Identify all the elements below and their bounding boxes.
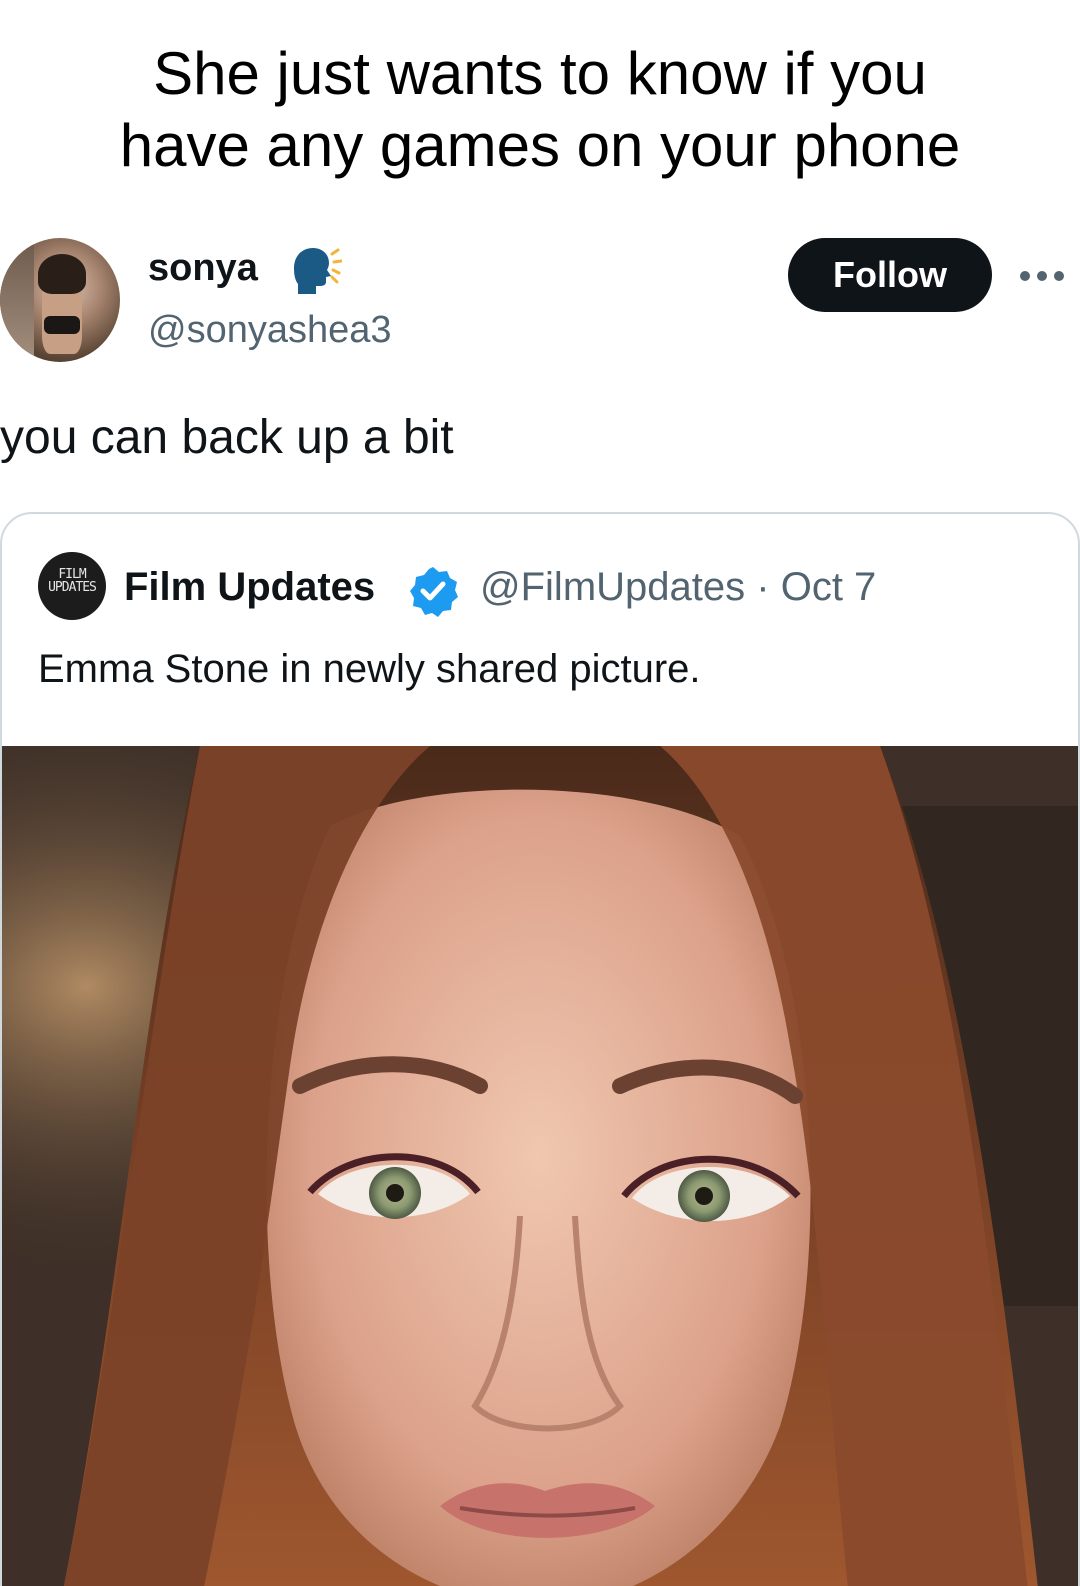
tweet-text: you can back up a bit xyxy=(0,411,454,464)
quote-avatar-logo-text: FILM UPDATES xyxy=(48,567,97,595)
caption-line-2: have any games on your phone xyxy=(119,112,961,179)
tweet-header: sonya @sonyashea3 Follow xyxy=(0,238,1080,368)
quote-date[interactable]: Oct 7 xyxy=(781,565,877,609)
verified-badge-icon xyxy=(410,567,458,617)
quote-display-name[interactable]: Film Updates xyxy=(124,562,375,612)
quote-meta: @FilmUpdates · Oct 7 xyxy=(480,562,876,612)
portrait-photo[interactable] xyxy=(2,746,1078,1586)
quote-handle[interactable]: @FilmUpdates xyxy=(480,565,745,609)
caption-line-1: She just wants to know if you xyxy=(153,40,927,107)
meme-caption: She just wants to know if you have any g… xyxy=(0,38,1080,182)
avatar[interactable] xyxy=(0,238,120,362)
speaking-head-icon xyxy=(294,248,342,294)
handle[interactable]: @sonyashea3 xyxy=(148,306,392,354)
meta-separator: · xyxy=(756,565,770,609)
follow-button[interactable]: Follow xyxy=(788,238,992,312)
quote-tweet-card[interactable]: FILM UPDATES Film Updates @FilmUpdates ·… xyxy=(0,512,1080,1586)
more-options-icon[interactable] xyxy=(1020,266,1076,286)
quote-avatar[interactable]: FILM UPDATES xyxy=(38,552,106,620)
display-name[interactable]: sonya xyxy=(148,244,258,292)
meme-page: She just wants to know if you have any g… xyxy=(0,0,1080,1586)
quote-text: Emma Stone in newly shared picture. xyxy=(38,647,701,691)
portrait-illustration xyxy=(2,746,1078,1586)
